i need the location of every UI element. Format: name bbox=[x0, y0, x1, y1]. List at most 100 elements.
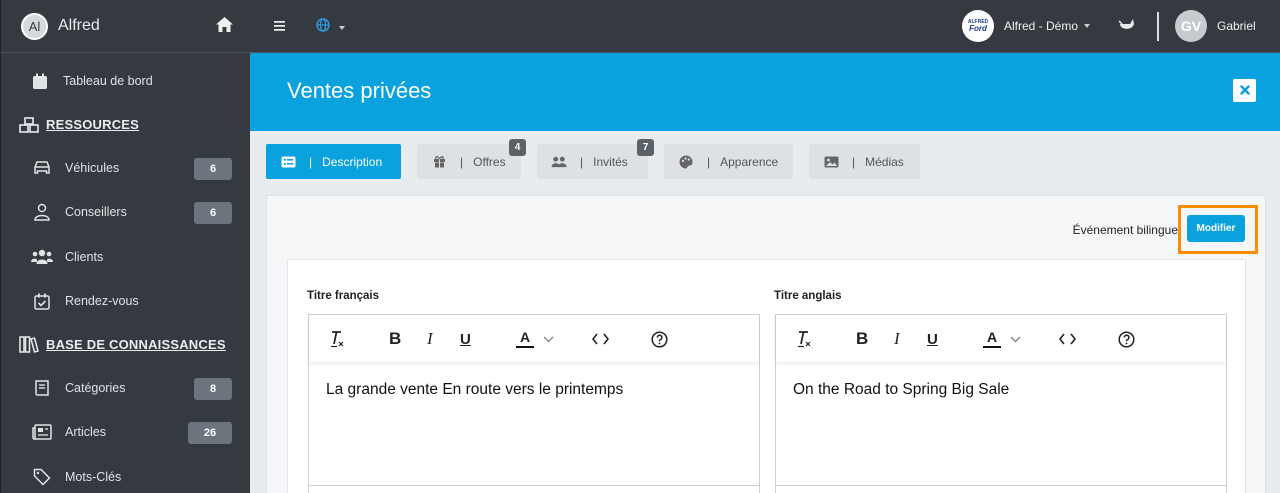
count-badge: 6 bbox=[194, 202, 232, 224]
modify-button[interactable]: Modifier bbox=[1187, 215, 1245, 242]
clear-format-icon[interactable] bbox=[796, 329, 812, 349]
help-icon[interactable] bbox=[651, 329, 668, 349]
list-alt-icon bbox=[280, 156, 296, 168]
sidebar-item-label: Catégories bbox=[65, 380, 126, 395]
bilingual-event-label: Événement bilingue bbox=[1072, 223, 1178, 237]
sidebar-item-label: Tableau de bord bbox=[63, 74, 153, 89]
home-icon[interactable] bbox=[215, 16, 234, 38]
calendar-icon bbox=[29, 71, 51, 91]
tab-description[interactable]: | Description bbox=[266, 144, 401, 179]
sidebar-item-dashboard[interactable]: Tableau de bord bbox=[1, 59, 250, 104]
brand-avatar: Al bbox=[21, 12, 48, 40]
hamburger-icon[interactable] bbox=[274, 18, 285, 36]
close-icon bbox=[1239, 82, 1250, 100]
chevron-down-icon[interactable] bbox=[543, 329, 554, 349]
chevron-down-icon bbox=[339, 25, 345, 30]
text-color-icon[interactable]: A bbox=[983, 329, 1001, 349]
tab-separator: | bbox=[460, 154, 464, 169]
sidebar-item-categories[interactable]: Catégories 8 bbox=[1, 366, 250, 411]
sidebar-header-label: RESSOURCES bbox=[46, 117, 140, 132]
language-selector[interactable] bbox=[316, 18, 345, 37]
count-badge: 6 bbox=[194, 157, 232, 180]
sidebar-item-clients[interactable]: Clients bbox=[1, 235, 250, 280]
italic-icon[interactable]: I bbox=[427, 329, 433, 349]
book-icon bbox=[31, 378, 53, 398]
sidebar-item-label: Rendez-vous bbox=[65, 294, 139, 309]
sidebar-item-articles[interactable]: Articles 26 bbox=[1, 410, 250, 455]
sidebar-item-advisors[interactable]: Conseillers 6 bbox=[1, 190, 250, 235]
clear-format-icon[interactable] bbox=[329, 329, 345, 349]
count-badge: 26 bbox=[188, 422, 232, 444]
tab-appearance[interactable]: | Apparence bbox=[664, 144, 793, 179]
chevron-down-icon[interactable] bbox=[1010, 329, 1021, 349]
french-title-editor[interactable]: B I U A La grande vente En route vers le… bbox=[308, 314, 760, 493]
brand-name: Alfred bbox=[58, 17, 100, 34]
italic-icon[interactable]: I bbox=[894, 329, 900, 349]
sidebar-header-resources[interactable]: RESSOURCES bbox=[1, 104, 250, 146]
sidebar: Al Alfred Tableau de bord RESSOURCES Véh… bbox=[0, 0, 250, 493]
tab-guests[interactable]: | Invités 7 bbox=[537, 139, 654, 179]
sidebar-item-tags[interactable]: Mots-Clés bbox=[1, 455, 250, 493]
page-title: Ventes privées bbox=[287, 78, 432, 103]
sidebar-header-label: BASE DE CONNAISSANCES bbox=[46, 337, 226, 352]
chevron-down-icon bbox=[1084, 24, 1091, 28]
close-button[interactable] bbox=[1233, 79, 1256, 102]
tab-separator: | bbox=[309, 154, 313, 169]
tab-label: Invités bbox=[593, 154, 628, 169]
code-icon[interactable] bbox=[592, 329, 609, 349]
avatar: GV bbox=[1175, 10, 1207, 42]
tab-offers[interactable]: | Offres 4 bbox=[417, 139, 526, 179]
bold-icon[interactable]: B bbox=[389, 329, 401, 349]
form-panel: Titre français B I U A La grande vente E… bbox=[287, 259, 1246, 493]
sidebar-item-vehicles[interactable]: Véhicules 6 bbox=[1, 146, 250, 191]
sidebar-item-label: Conseillers bbox=[65, 205, 127, 220]
sidebar-item-label: Clients bbox=[65, 249, 104, 264]
editor-toolbar: B I U A bbox=[776, 315, 1226, 362]
divider bbox=[1157, 12, 1159, 41]
tab-label: Apparence bbox=[720, 154, 779, 169]
editor-divider bbox=[776, 485, 1226, 486]
tag-icon bbox=[31, 467, 53, 487]
sidebar-header-knowledge[interactable]: BASE DE CONNAISSANCES bbox=[1, 324, 250, 366]
tab-label: Médias bbox=[865, 154, 904, 169]
count-badge: 8 bbox=[194, 377, 232, 400]
french-title-label: Titre français bbox=[307, 290, 380, 302]
editor-divider bbox=[309, 485, 759, 486]
english-title-editor[interactable]: B I U A On the Road to Spring Big Sale bbox=[775, 314, 1227, 493]
user-menu[interactable]: GV Gabriel bbox=[1175, 10, 1256, 42]
code-icon[interactable] bbox=[1059, 329, 1076, 349]
dealer-name: Alfred - Démo bbox=[1004, 19, 1079, 33]
sidebar-item-appointments[interactable]: Rendez-vous bbox=[1, 279, 250, 324]
feedback-icon[interactable] bbox=[1118, 18, 1136, 38]
topbar: ALFRED Ford Alfred - Démo GV Gabriel bbox=[250, 0, 1280, 53]
dealer-logo: ALFRED Ford bbox=[962, 10, 994, 42]
english-title-text: On the Road to Spring Big Sale bbox=[793, 381, 1010, 398]
sidebar-item-label: Articles bbox=[65, 425, 106, 440]
tab-label: Offres bbox=[473, 154, 506, 169]
tab-separator: | bbox=[580, 154, 584, 169]
underline-icon[interactable]: U bbox=[927, 329, 938, 349]
dealer-logo-main: Ford bbox=[969, 23, 987, 33]
page-header: Ventes privées bbox=[250, 53, 1280, 131]
gift-icon bbox=[431, 155, 447, 168]
car-icon bbox=[31, 158, 53, 178]
text-color-icon[interactable]: A bbox=[516, 329, 534, 349]
newspaper-icon bbox=[31, 422, 53, 442]
underline-icon[interactable]: U bbox=[460, 329, 471, 349]
bold-icon[interactable]: B bbox=[856, 329, 868, 349]
french-title-text: La grande vente En route vers le printem… bbox=[326, 381, 624, 398]
user-tie-icon bbox=[31, 202, 53, 222]
tab-count-badge: 4 bbox=[509, 139, 526, 156]
dealer-selector[interactable]: ALFRED Ford Alfred - Démo bbox=[962, 10, 1091, 42]
sidebar-nav: Tableau de bord RESSOURCES Véhicules 6 C… bbox=[1, 53, 250, 493]
editor-toolbar: B I U A bbox=[309, 315, 759, 362]
tab-count-badge: 7 bbox=[637, 139, 654, 156]
tab-label: Description bbox=[322, 154, 383, 169]
help-icon[interactable] bbox=[1118, 329, 1135, 349]
user-name: Gabriel bbox=[1217, 19, 1256, 33]
brand[interactable]: Al Alfred bbox=[1, 0, 250, 53]
sidebar-item-label: Mots-Clés bbox=[65, 469, 122, 484]
tab-separator: | bbox=[707, 154, 711, 169]
books-icon bbox=[19, 336, 41, 353]
tab-media[interactable]: | Médias bbox=[809, 144, 920, 179]
